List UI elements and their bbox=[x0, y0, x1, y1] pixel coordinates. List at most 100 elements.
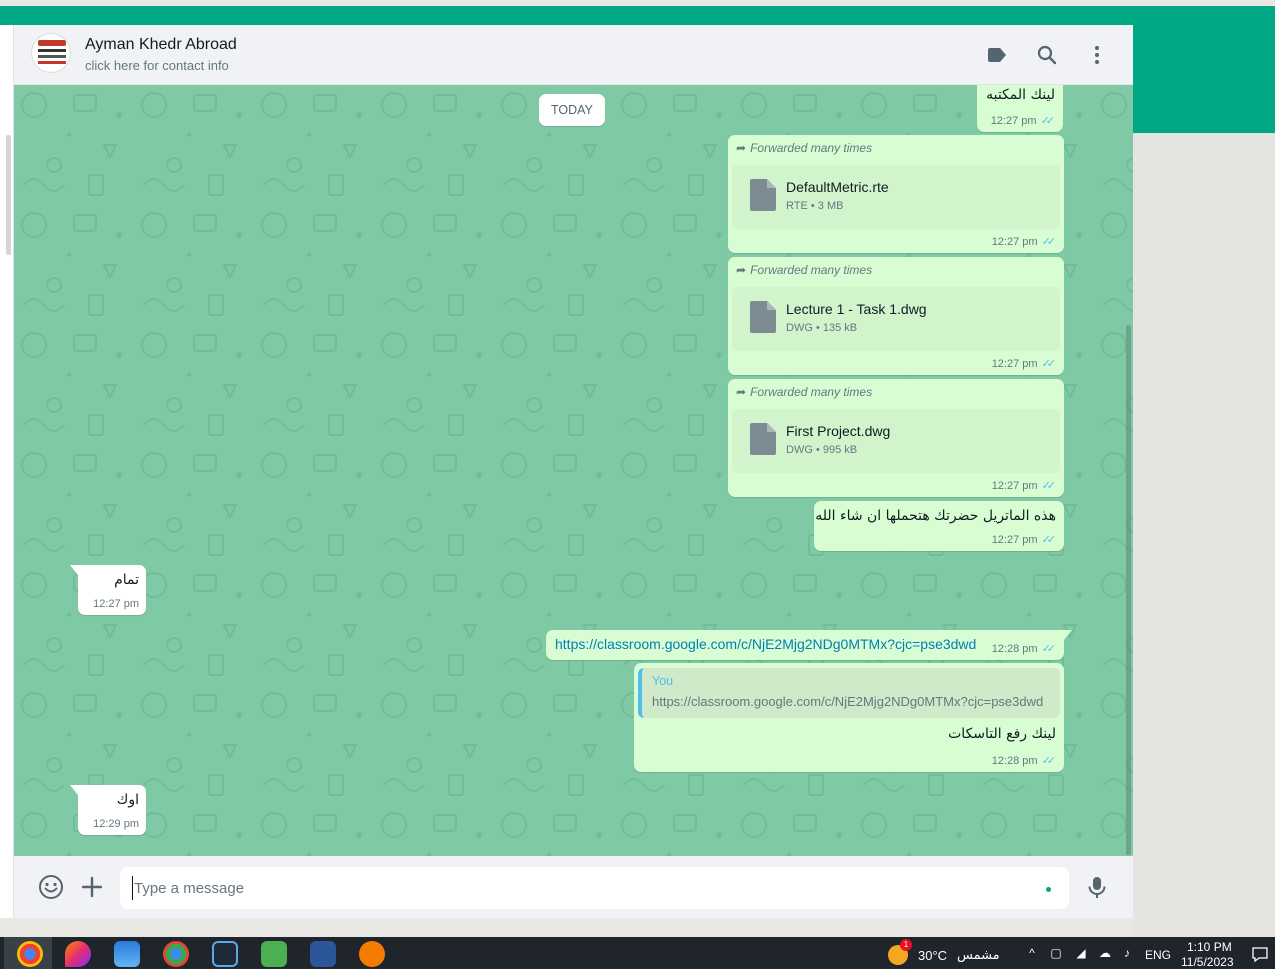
message-text: لينك المكتبه bbox=[986, 87, 1055, 103]
emoji-icon[interactable] bbox=[38, 874, 64, 900]
read-ticks-icon: ✓✓ bbox=[1041, 358, 1057, 370]
background-green-panel bbox=[1133, 25, 1275, 133]
file-message[interactable]: ➦ Forwarded many times Lecture 1 - Task 1… bbox=[728, 257, 1064, 375]
notifications-icon[interactable] bbox=[1252, 946, 1268, 962]
message-bubble[interactable]: لينك المكتبه 12:27 pm ✓✓ bbox=[977, 85, 1063, 132]
chat-list-edge bbox=[0, 25, 14, 918]
weather-text[interactable]: مشمس bbox=[957, 948, 1000, 963]
avatar[interactable] bbox=[31, 33, 71, 73]
photos-icon[interactable] bbox=[114, 941, 140, 967]
message-time: 12:27 pm bbox=[93, 598, 139, 610]
camtasia-icon[interactable] bbox=[261, 941, 287, 967]
compose-bar bbox=[14, 856, 1133, 918]
wifi-icon[interactable]: ◢ bbox=[1074, 946, 1088, 960]
forward-icon: ➦ bbox=[736, 263, 747, 277]
message-text: اوك bbox=[116, 792, 139, 808]
document-icon bbox=[750, 179, 776, 211]
read-ticks-icon: ✓✓ bbox=[1041, 755, 1057, 767]
message-meta: 12:28 pm ✓✓ bbox=[992, 754, 1056, 767]
chat-panel: Ayman Khedr Abroad click here for contac… bbox=[14, 25, 1133, 918]
forwarded-label: ➦ Forwarded many times bbox=[736, 385, 873, 399]
document-attachment[interactable]: DefaultMetric.rte RTE • 3 MB bbox=[732, 165, 1060, 229]
contact-info-hint[interactable]: click here for contact info bbox=[85, 58, 229, 73]
message-time: 12:29 pm bbox=[93, 818, 139, 830]
chrome-icon[interactable] bbox=[17, 941, 43, 967]
file-info: DWG • 135 kB bbox=[786, 322, 858, 334]
forward-icon: ➦ bbox=[736, 385, 747, 399]
file-name: First Project.dwg bbox=[786, 423, 891, 439]
document-attachment[interactable]: First Project.dwg DWG • 995 kB bbox=[732, 409, 1060, 473]
document-icon bbox=[750, 301, 776, 333]
weather-badge: 1 bbox=[900, 939, 912, 951]
message-time: 12:27 pm bbox=[991, 236, 1038, 248]
message-time: 12:27 pm bbox=[991, 480, 1038, 492]
clock-date[interactable]: 11/5/2023 bbox=[1181, 955, 1234, 969]
paint-app-icon[interactable] bbox=[65, 941, 91, 967]
message-time: 12:28 pm bbox=[991, 755, 1038, 767]
read-ticks-icon: ✓✓ bbox=[1041, 480, 1057, 492]
message-bubble[interactable]: هذه الماتريل حضرتك هتحملها ان شاء الله 1… bbox=[814, 501, 1064, 551]
conversation-scrollbar[interactable] bbox=[1126, 325, 1131, 855]
forwarded-label: ➦ Forwarded many times bbox=[736, 263, 873, 277]
quoted-message[interactable]: You https://classroom.google.com/c/NjE2M… bbox=[638, 668, 1060, 718]
search-icon[interactable] bbox=[1035, 43, 1059, 67]
file-name: Lecture 1 - Task 1.dwg bbox=[786, 301, 927, 317]
conversation-area[interactable]: TODAY لينك المكتبه 12:27 pm ✓✓ ➦ Forwarded… bbox=[14, 85, 1133, 856]
document-icon bbox=[750, 423, 776, 455]
message-bubble[interactable]: اوك 12:29 pm bbox=[70, 785, 146, 835]
volume-icon[interactable]: ♪ bbox=[1120, 946, 1134, 960]
message-text: تمام bbox=[114, 572, 139, 588]
message-time: 12:27 pm bbox=[991, 358, 1038, 370]
read-ticks-icon: ✓✓ bbox=[1040, 115, 1056, 127]
message-text: لينك رفع التاسكات bbox=[948, 726, 1056, 742]
forwarded-label: ➦ Forwarded many times bbox=[736, 141, 873, 155]
message-meta: 12:27 pm ✓✓ bbox=[992, 533, 1056, 546]
chat-header[interactable]: Ayman Khedr Abroad click here for contac… bbox=[14, 25, 1133, 85]
message-time: 12:27 pm bbox=[990, 115, 1037, 127]
read-ticks-icon: ✓✓ bbox=[1041, 534, 1057, 546]
forward-icon: ➦ bbox=[736, 141, 747, 155]
file-message[interactable]: ➦ Forwarded many times First Project.dwg … bbox=[728, 379, 1064, 497]
file-message[interactable]: ➦ Forwarded many times DefaultMetric.rte … bbox=[728, 135, 1064, 253]
attach-plus-icon[interactable] bbox=[79, 874, 105, 900]
word-icon[interactable] bbox=[310, 941, 336, 967]
app-icon[interactable] bbox=[212, 941, 238, 967]
chrome-profile-icon[interactable] bbox=[163, 941, 189, 967]
mic-icon[interactable] bbox=[1084, 874, 1110, 900]
background-gray-panel bbox=[1133, 133, 1275, 937]
chevron-up-icon[interactable]: ^ bbox=[1025, 946, 1039, 960]
status-dot bbox=[1046, 887, 1051, 892]
language-indicator[interactable]: ENG bbox=[1145, 948, 1171, 962]
message-meta: 12:27 pm ✓✓ bbox=[992, 357, 1056, 370]
cloud-icon[interactable]: ☁ bbox=[1098, 946, 1112, 960]
app-icon-orange[interactable] bbox=[359, 941, 385, 967]
weather-temp[interactable]: 30°C bbox=[918, 948, 947, 963]
date-divider: TODAY bbox=[539, 94, 605, 126]
message-time: 12:27 pm bbox=[991, 534, 1038, 546]
link-message[interactable]: https://classroom.google.com/c/NjE2Mjg2N… bbox=[546, 630, 1072, 660]
contact-name[interactable]: Ayman Khedr Abroad bbox=[85, 36, 237, 54]
file-info: RTE • 3 MB bbox=[786, 200, 844, 212]
app-top-bar bbox=[0, 6, 1275, 25]
text-cursor bbox=[132, 876, 133, 900]
clock-time[interactable]: 1:10 PM bbox=[1187, 940, 1232, 954]
message-input[interactable] bbox=[120, 867, 1069, 909]
message-time: 12:28 pm bbox=[991, 643, 1038, 655]
reply-message[interactable]: You https://classroom.google.com/c/NjE2M… bbox=[634, 663, 1064, 772]
message-link[interactable]: https://classroom.google.com/c/NjE2Mjg2N… bbox=[555, 636, 976, 652]
read-ticks-icon: ✓✓ bbox=[1041, 236, 1057, 248]
document-attachment[interactable]: Lecture 1 - Task 1.dwg DWG • 135 kB bbox=[732, 287, 1060, 351]
label-icon[interactable] bbox=[985, 43, 1009, 67]
camera-icon[interactable]: ▢ bbox=[1049, 946, 1063, 960]
message-meta: 12:27 pm ✓✓ bbox=[992, 479, 1056, 492]
read-ticks-icon: ✓✓ bbox=[1041, 643, 1057, 655]
message-meta: 12:27 pm ✓✓ bbox=[991, 114, 1055, 127]
menu-icon[interactable] bbox=[1085, 43, 1109, 67]
quote-author: You bbox=[652, 674, 674, 688]
message-meta: 12:27 pm ✓✓ bbox=[992, 235, 1056, 248]
quote-text: https://classroom.google.com/c/NjE2Mjg2N… bbox=[652, 694, 1044, 709]
chat-list-scrollbar[interactable] bbox=[6, 135, 11, 255]
message-meta: 12:28 pm ✓✓ bbox=[992, 642, 1056, 655]
file-name: DefaultMetric.rte bbox=[786, 179, 889, 195]
message-bubble[interactable]: تمام 12:27 pm bbox=[70, 565, 146, 615]
